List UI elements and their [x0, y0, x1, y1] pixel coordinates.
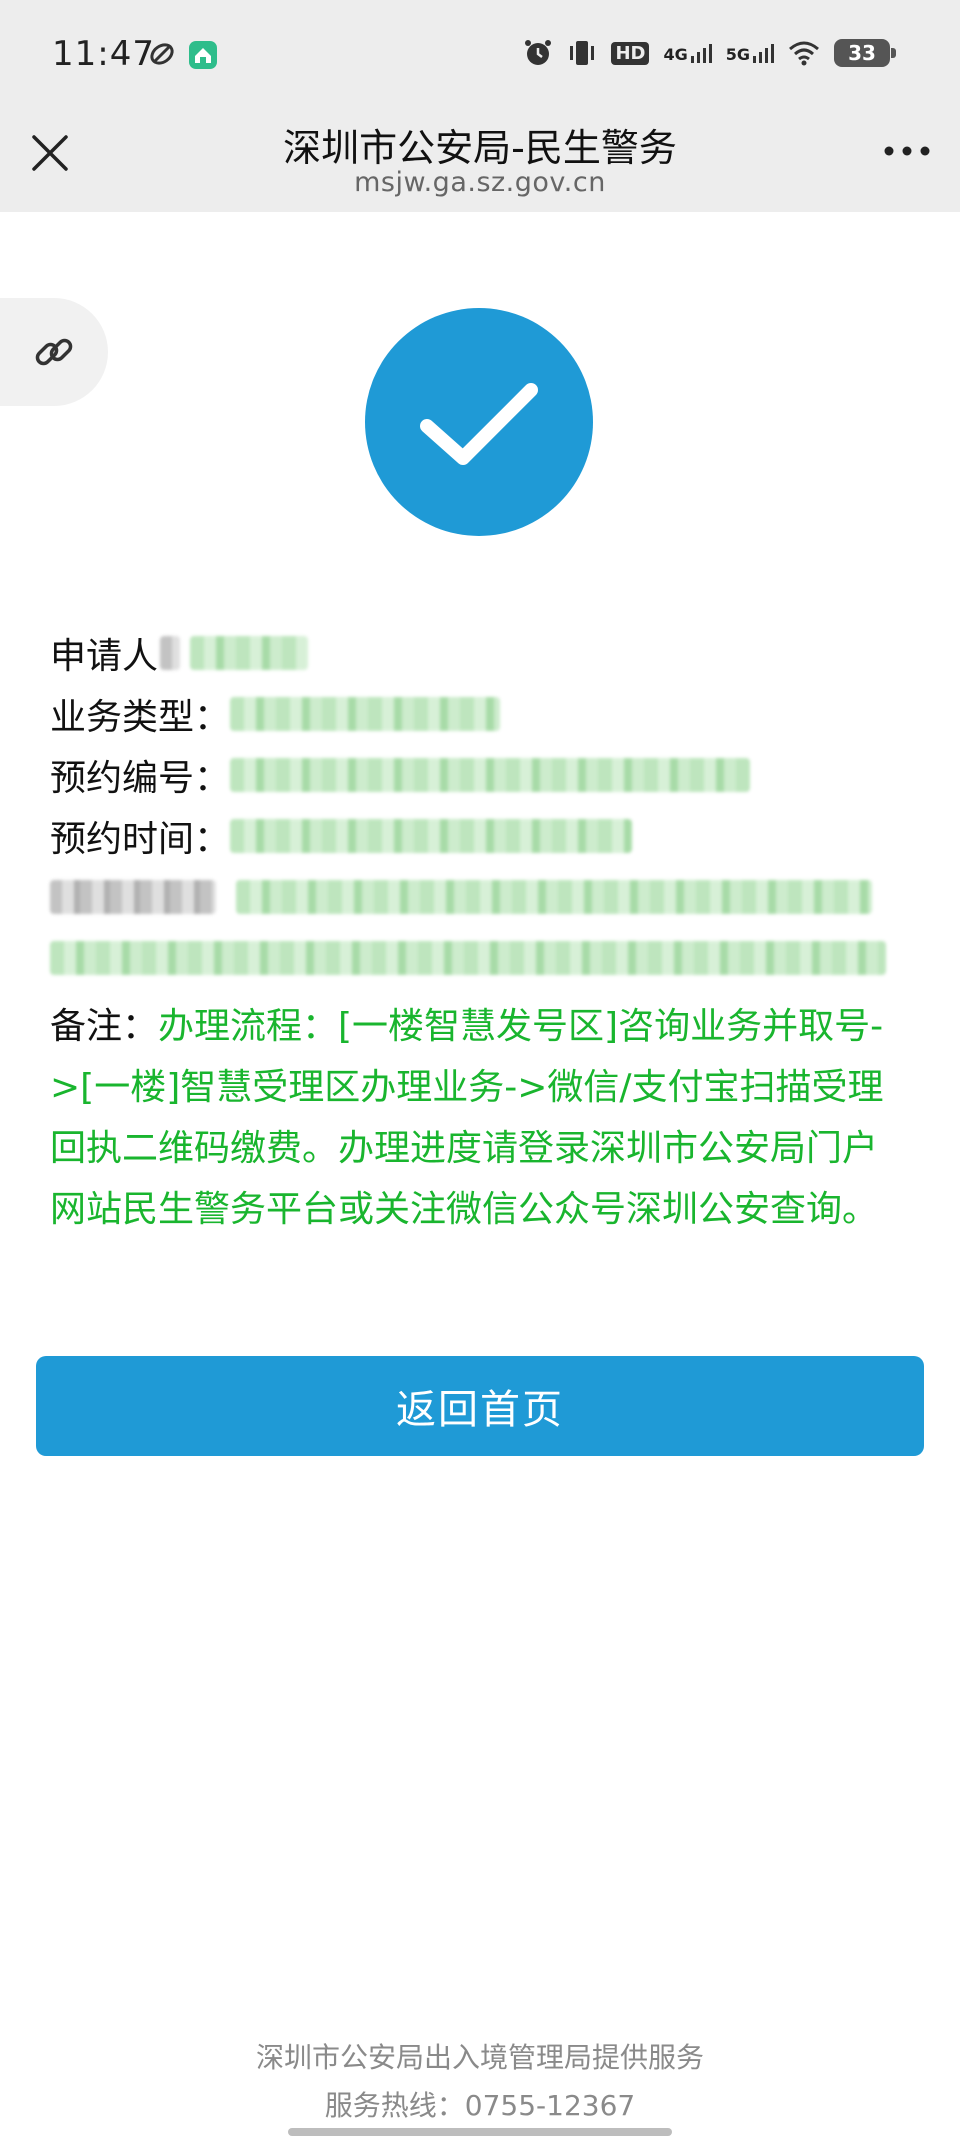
page-url: msjw.ga.sz.gov.cn [354, 167, 606, 198]
more-options-icon[interactable] [882, 141, 932, 161]
check-circle-icon [420, 383, 538, 465]
note-text: 办理流程：[一楼智慧发号区]咨询业务并取号->[一楼]智慧受理区办理业务->微信… [50, 1006, 884, 1230]
copy-link-button[interactable] [0, 298, 108, 406]
business-type-label: 业务类型： [50, 696, 231, 738]
net-5g-label: 5G [725, 45, 750, 64]
appointment-time-row: 预约时间： [50, 805, 910, 866]
sync-icon [150, 43, 174, 65]
page: 11:47 HD 4G 5G 33 深圳市公安局-民生警务 msjw.ga.sz… [0, 0, 960, 2140]
return-home-button[interactable]: 返回首页 [36, 1356, 924, 1456]
applicant-row: 申请人 [50, 622, 910, 683]
redacted-value [160, 635, 181, 670]
alarm-icon [525, 40, 552, 65]
redacted-value [236, 879, 872, 914]
appointment-info: 申请人 业务类型： 预约编号： 预约时间： 备注：办理流程：[一楼智慧发号区]咨… [50, 622, 910, 1240]
appointment-time-label: 预约时间： [50, 818, 231, 860]
footer-hotline: 服务热线：0755-12367 [324, 2089, 636, 2122]
wifi-icon [789, 41, 819, 66]
applicant-label: 申请人 [50, 635, 159, 677]
redacted-value [190, 635, 309, 670]
status-bar: 11:47 HD 4G 5G 33 [0, 0, 960, 115]
appointment-location-row-cont [50, 927, 910, 988]
net-4g-label: 4G [663, 45, 688, 64]
status-right-icons: HD 4G 5G 33 [523, 38, 896, 68]
signal-5g-icon: 5G [726, 42, 774, 64]
status-left-icons [148, 40, 218, 70]
page-title: 深圳市公安局-民生警务 [283, 126, 677, 170]
status-time: 11:47 [52, 34, 155, 74]
battery-indicator: 33 [834, 39, 896, 67]
home-indicator[interactable] [288, 2128, 672, 2136]
link-icon [35, 338, 73, 366]
title-bar: 深圳市公安局-民生警务 msjw.ga.sz.gov.cn [0, 115, 960, 212]
note: 备注：办理流程：[一楼智慧发号区]咨询业务并取号->[一楼]智慧受理区办理业务-… [50, 996, 910, 1240]
appointment-no-row: 预约编号： [50, 744, 910, 805]
signal-bars-icon [690, 44, 712, 63]
redacted-label [50, 879, 216, 914]
success-status [365, 308, 593, 536]
redacted-value [230, 818, 633, 853]
signal-4g-icon: 4G [663, 42, 712, 64]
signal-bars-icon [753, 44, 774, 63]
redacted-value [50, 940, 886, 975]
footer-provider: 深圳市公安局出入境管理局提供服务 [255, 2041, 704, 2074]
home-app-icon [189, 41, 217, 69]
note-label: 备注： [50, 1006, 159, 1047]
appointment-location-row [50, 866, 910, 927]
redacted-value [230, 757, 751, 792]
business-type-row: 业务类型： [50, 683, 910, 744]
appointment-no-label: 预约编号： [50, 757, 231, 799]
vibrate-icon [570, 41, 595, 65]
hd-icon: HD [611, 41, 650, 65]
footer: 深圳市公安局出入境管理局提供服务 服务热线：0755-12367 [0, 2034, 960, 2130]
redacted-value [230, 696, 501, 731]
